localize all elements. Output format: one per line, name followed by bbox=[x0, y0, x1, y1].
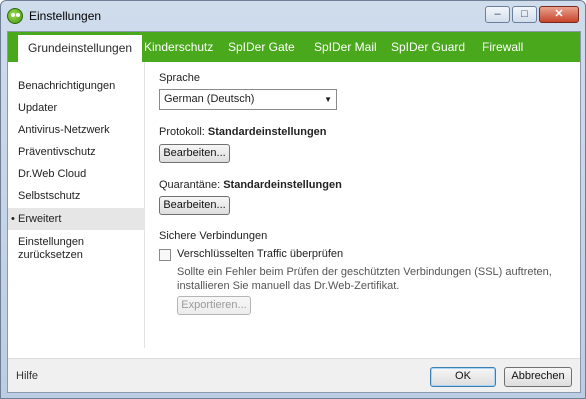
sidebar-item-praeventivschutz[interactable]: Präventivschutz bbox=[8, 142, 145, 162]
main-panel: Sprache German (Deutsch) ▼ Protokoll: St… bbox=[159, 62, 577, 348]
sidebar-item-label: Erweitert bbox=[18, 213, 62, 225]
ok-button[interactable]: OK bbox=[430, 367, 496, 387]
sidebar-item-label: Benachrichtigungen bbox=[18, 80, 116, 92]
sidebar-item-einstellungen-zuruecksetzen[interactable]: Einstellungen zurücksetzen bbox=[8, 233, 128, 267]
drweb-spider-icon bbox=[7, 8, 23, 24]
sidebar-item-label: Einstellungen zurücksetzen bbox=[18, 236, 85, 261]
dropdown-arrow-icon: ▼ bbox=[324, 95, 332, 104]
tab-spider-gate[interactable]: SpIDer Gate bbox=[218, 32, 305, 62]
sidebar-item-label: Selbstschutz bbox=[18, 190, 81, 202]
sidebar-item-label: Updater bbox=[18, 102, 58, 114]
export-button[interactable]: Exportieren... bbox=[177, 296, 251, 315]
tab-firewall[interactable]: Firewall bbox=[472, 32, 533, 62]
maximize-button[interactable]: □ bbox=[512, 6, 537, 23]
minimize-button[interactable]: – bbox=[485, 6, 510, 23]
protocol-line: Protokoll: Standardeinstellungen bbox=[159, 126, 327, 138]
protocol-value: Standardeinstellungen bbox=[207, 126, 327, 138]
language-select[interactable]: German (Deutsch) ▼ bbox=[159, 89, 337, 110]
tab-spider-mail[interactable]: SpIDer Mail bbox=[304, 32, 387, 62]
secure-connections-label: Sichere Verbindungen bbox=[159, 230, 268, 242]
sidebar-item-label: Präventivschutz bbox=[18, 146, 96, 158]
sidebar-item-benachrichtigungen[interactable]: Benachrichtigungen bbox=[8, 76, 145, 96]
quarantine-value: Standardeinstellungen bbox=[223, 179, 342, 191]
active-bullet: • bbox=[11, 213, 15, 225]
window-title: Einstellungen bbox=[29, 9, 102, 23]
ssl-description: Sollte ein Fehler beim Prüfen der geschü… bbox=[177, 266, 552, 292]
sidebar-item-erweitert[interactable]: • Erweitert bbox=[8, 208, 145, 230]
sidebar-item-label: Antivirus-Netzwerk bbox=[18, 124, 110, 136]
quarantine-edit-button[interactable]: Bearbeiten... bbox=[159, 196, 230, 215]
quarantine-line: Quarantäne: Standardeinstellungen bbox=[159, 179, 342, 191]
protocol-label: Protokoll: bbox=[159, 126, 205, 138]
tab-grundeinstellungen[interactable]: Grundeinstellungen bbox=[18, 35, 143, 62]
client-area: Grundeinstellungen Kinderschutz SpIDer G… bbox=[7, 31, 581, 393]
check-encrypted-checkbox[interactable] bbox=[159, 249, 171, 261]
tab-bar: Grundeinstellungen Kinderschutz SpIDer G… bbox=[8, 32, 580, 62]
sidebar-item-selbstschutz[interactable]: Selbstschutz bbox=[8, 186, 145, 206]
tab-spider-guard[interactable]: SpIDer Guard bbox=[381, 32, 475, 62]
sidebar-item-label: Dr.Web Cloud bbox=[18, 168, 87, 180]
help-link[interactable]: Hilfe bbox=[16, 370, 38, 382]
sidebar-item-antivirus-netzwerk[interactable]: Antivirus-Netzwerk bbox=[8, 120, 145, 140]
protocol-edit-button[interactable]: Bearbeiten... bbox=[159, 144, 230, 163]
sidebar: Benachrichtigungen Updater Antivirus-Net… bbox=[8, 62, 145, 348]
cancel-button[interactable]: Abbrechen bbox=[504, 367, 572, 387]
sidebar-item-drweb-cloud[interactable]: Dr.Web Cloud bbox=[8, 164, 145, 184]
language-label: Sprache bbox=[159, 72, 200, 84]
check-encrypted-label[interactable]: Verschlüsselten Traffic überprüfen bbox=[177, 248, 343, 260]
sidebar-item-updater[interactable]: Updater bbox=[8, 98, 145, 118]
close-button[interactable]: ✕ bbox=[539, 6, 579, 23]
settings-window: Einstellungen – □ ✕ Grundeinstellungen K… bbox=[0, 0, 586, 399]
window-controls: – □ ✕ bbox=[485, 6, 579, 23]
language-select-value: German (Deutsch) bbox=[164, 93, 255, 105]
footer: Hilfe OK Abbrechen bbox=[8, 358, 580, 392]
tab-kinderschutz[interactable]: Kinderschutz bbox=[134, 32, 223, 62]
quarantine-label: Quarantäne: bbox=[159, 179, 221, 191]
title-bar[interactable]: Einstellungen – □ ✕ bbox=[1, 1, 585, 31]
